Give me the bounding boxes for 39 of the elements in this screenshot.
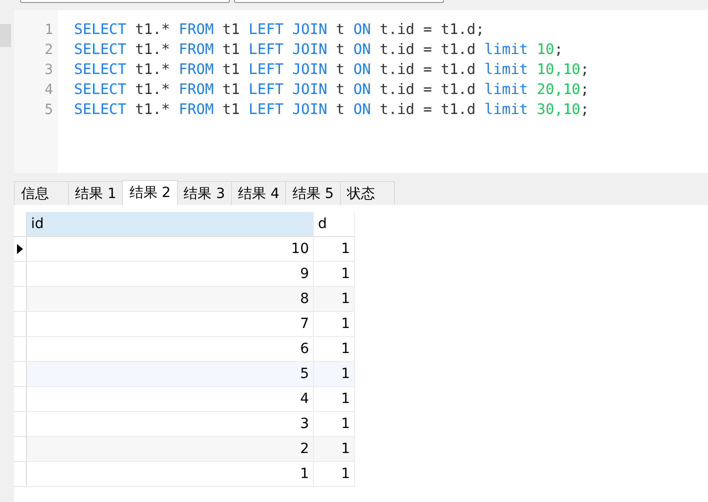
result-tab[interactable]: 信息 bbox=[14, 181, 69, 205]
table-cell: 9 bbox=[27, 262, 314, 287]
table-cell: 7 bbox=[27, 312, 314, 337]
table-cell: 1 bbox=[314, 337, 355, 362]
table-cell: 1 bbox=[314, 437, 355, 462]
table-cell: 1 bbox=[314, 412, 355, 437]
toolbar-button[interactable] bbox=[20, 0, 230, 3]
table-cell: 1 bbox=[314, 462, 355, 487]
table-cell: 8 bbox=[27, 287, 314, 312]
table-cell: 4 bbox=[27, 387, 314, 412]
table-cell: 1 bbox=[314, 287, 355, 312]
line-number: 4 bbox=[44, 81, 54, 100]
result-tab[interactable]: 状态 bbox=[340, 181, 395, 205]
line-number: 2 bbox=[44, 41, 54, 60]
table-cell: 1 bbox=[27, 462, 314, 487]
code-line: SELECT t1.* FROM t1 LEFT JOIN t ON t.id = t1.d limit 30,10; bbox=[74, 101, 590, 120]
line-number: 5 bbox=[44, 101, 54, 120]
table-cell: 1 bbox=[314, 237, 355, 262]
table-cell: 6 bbox=[27, 337, 314, 362]
table-cell: 3 bbox=[27, 412, 314, 437]
line-number: 1 bbox=[44, 21, 54, 40]
line-number: 3 bbox=[44, 61, 54, 80]
table-cell: 2 bbox=[27, 437, 314, 462]
result-tab[interactable]: 结果 2 bbox=[122, 180, 178, 205]
toolbar-button[interactable] bbox=[234, 0, 444, 3]
row-indicator[interactable] bbox=[14, 237, 27, 262]
table-cell: 1 bbox=[314, 262, 355, 287]
table-cell: 1 bbox=[314, 312, 355, 337]
code-line: SELECT t1.* FROM t1 LEFT JOIN t ON t.id = t1.d; bbox=[74, 21, 486, 40]
table-cell: 5 bbox=[27, 362, 314, 387]
code-line: SELECT t1.* FROM t1 LEFT JOIN t ON t.id = t1.d limit 10; bbox=[74, 41, 564, 60]
table-cell: 1 bbox=[314, 362, 355, 387]
current-row-icon bbox=[17, 244, 23, 254]
code-line: SELECT t1.* FROM t1 LEFT JOIN t ON t.id = t1.d limit 20,10; bbox=[74, 81, 590, 100]
table-cell: 10 bbox=[27, 237, 314, 262]
code-line: SELECT t1.* FROM t1 LEFT JOIN t ON t.id = t1.d limit 10,10; bbox=[74, 61, 590, 80]
column-header[interactable]: d bbox=[314, 212, 355, 237]
column-header[interactable]: id bbox=[27, 212, 314, 237]
table-cell: 1 bbox=[314, 387, 355, 412]
